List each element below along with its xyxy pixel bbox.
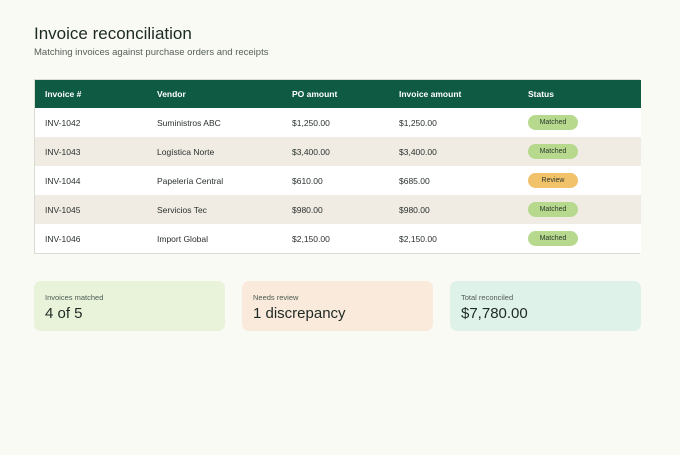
summary-card-review: Needs review 1 discrepancy xyxy=(242,281,433,331)
summary-card-label: Needs review xyxy=(253,293,299,302)
table-row[interactable]: INV-1044 Papelería Central $610.00 $685.… xyxy=(35,166,641,195)
vendor-name: Import Global xyxy=(157,233,209,244)
status-badge: Matched xyxy=(528,231,578,246)
invoice-table: Invoice # Vendor PO amount Invoice amoun… xyxy=(34,79,641,254)
invoice-amount: $685.00 xyxy=(399,175,430,186)
invoice-number: INV-1042 xyxy=(45,117,81,128)
invoice-amount: $1,250.00 xyxy=(399,117,437,128)
column-header-po-amount[interactable]: PO amount xyxy=(282,80,389,108)
summary-card-value: 4 of 5 xyxy=(45,305,83,322)
page-subtitle: Matching invoices against purchase order… xyxy=(34,47,269,58)
invoice-number: INV-1046 xyxy=(45,233,81,244)
summary-card-label: Invoices matched xyxy=(45,293,104,302)
po-amount: $3,400.00 xyxy=(292,146,330,157)
invoice-amount: $2,150.00 xyxy=(399,233,437,244)
summary-card-value: $7,780.00 xyxy=(461,305,528,322)
column-header-invoice[interactable]: Invoice # xyxy=(35,80,147,108)
summary-card-value: 1 discrepancy xyxy=(253,305,346,322)
summary-card-label: Total reconciled xyxy=(461,293,514,302)
summary-card-matched: Invoices matched 4 of 5 xyxy=(34,281,225,331)
column-header-vendor[interactable]: Vendor xyxy=(147,80,282,108)
summary-card-total: Total reconciled $7,780.00 xyxy=(450,281,641,331)
invoice-number: INV-1044 xyxy=(45,175,81,186)
vendor-name: Suministros ABC xyxy=(157,117,221,128)
column-header-status[interactable]: Status xyxy=(518,80,641,108)
table-row[interactable]: INV-1045 Servicios Tec $980.00 $980.00 M… xyxy=(35,195,641,224)
vendor-name: Papelería Central xyxy=(157,175,224,186)
status-badge: Matched xyxy=(528,202,578,217)
invoice-number: INV-1045 xyxy=(45,204,81,215)
vendor-name: Logística Norte xyxy=(157,146,215,157)
po-amount: $610.00 xyxy=(292,175,323,186)
column-header-invoice-amount[interactable]: Invoice amount xyxy=(389,80,518,108)
po-amount: $980.00 xyxy=(292,204,323,215)
po-amount: $1,250.00 xyxy=(292,117,330,128)
page-title: Invoice reconciliation xyxy=(34,24,192,43)
table-row[interactable]: INV-1046 Import Global $2,150.00 $2,150.… xyxy=(35,224,641,253)
po-amount: $2,150.00 xyxy=(292,233,330,244)
status-badge: Review xyxy=(528,173,578,188)
table-header-row: Invoice # Vendor PO amount Invoice amoun… xyxy=(35,80,641,108)
invoice-amount: $3,400.00 xyxy=(399,146,437,157)
invoice-amount: $980.00 xyxy=(399,204,430,215)
status-badge: Matched xyxy=(528,115,578,130)
status-badge: Matched xyxy=(528,144,578,159)
vendor-name: Servicios Tec xyxy=(157,204,207,215)
table-row[interactable]: INV-1043 Logística Norte $3,400.00 $3,40… xyxy=(35,137,641,166)
summary-cards: Invoices matched 4 of 5 Needs review 1 d… xyxy=(34,281,641,331)
invoice-number: INV-1043 xyxy=(45,146,81,157)
table-row[interactable]: INV-1042 Suministros ABC $1,250.00 $1,25… xyxy=(35,108,641,137)
